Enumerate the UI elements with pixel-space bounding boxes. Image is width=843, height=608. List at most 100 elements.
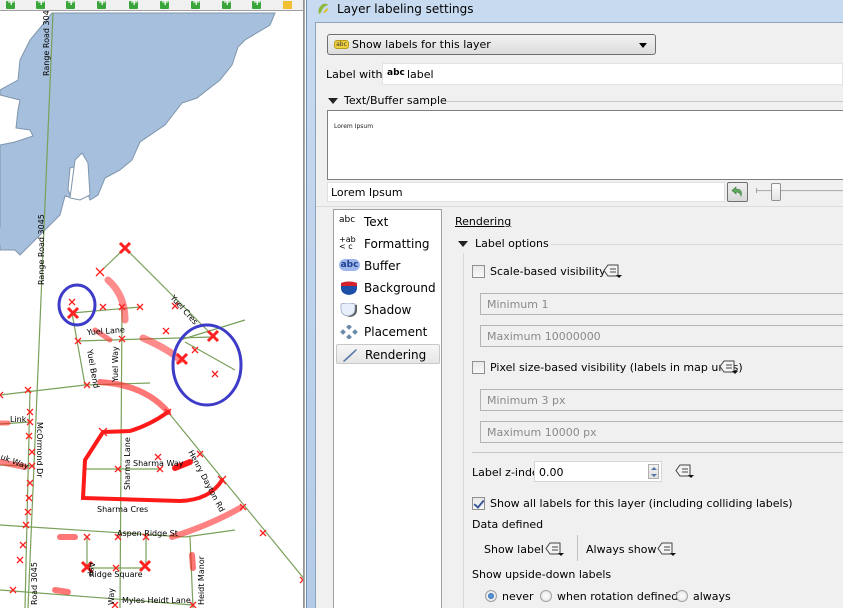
dialog-content: abc Show labels for this layer Label wit… xyxy=(315,22,843,608)
tab-background[interactable]: Background xyxy=(336,278,440,298)
add-layer-icon[interactable] xyxy=(222,0,231,9)
divider xyxy=(472,452,843,453)
sample-section-header[interactable]: Text/Buffer sample xyxy=(328,94,843,108)
tab-label: Shadow xyxy=(364,303,412,317)
upside-down-title: Show upside-down labels xyxy=(472,568,612,581)
background-shield-icon xyxy=(341,281,357,295)
upside-down-always-radio[interactable] xyxy=(676,590,688,602)
road-label: Way xyxy=(107,588,116,605)
tab-label: Background xyxy=(364,281,436,295)
divider xyxy=(577,535,578,561)
tab-placement[interactable]: Placement xyxy=(336,322,440,342)
scale-minimum-field[interactable]: Minimum 1 xyxy=(480,293,843,315)
add-layer-icon[interactable] xyxy=(97,0,106,9)
map-canvas[interactable]: Range Road 3045 Range Road 3045 Yuel Cre… xyxy=(0,0,305,608)
tab-label: Formatting xyxy=(364,237,430,251)
add-layer-icon[interactable] xyxy=(252,0,261,9)
formatting-icon: +ab < c xyxy=(339,235,356,251)
chevron-down-icon xyxy=(639,43,647,48)
map-toolbar xyxy=(0,0,305,11)
tab-buffer[interactable]: abc Buffer xyxy=(336,256,440,276)
placement-icon xyxy=(340,325,358,339)
sample-section-title: Text/Buffer sample xyxy=(344,94,447,107)
radio-label: never xyxy=(502,590,534,603)
abc-text-icon: abc xyxy=(339,215,356,225)
splitter[interactable] xyxy=(303,0,305,608)
spin-up-icon[interactable] xyxy=(651,467,657,470)
tab-rendering[interactable]: Rendering xyxy=(336,344,440,364)
title-bar[interactable]: Layer labeling settings xyxy=(307,0,843,20)
road-label: uk Way xyxy=(0,452,30,471)
divider xyxy=(446,101,843,102)
map-render: Range Road 3045 Range Road 3045 Yuel Cre… xyxy=(0,11,305,608)
label-marker xyxy=(19,541,27,549)
string-field-icon: abc xyxy=(387,68,405,78)
tab-text[interactable]: abc Text xyxy=(336,212,440,232)
label-options-header[interactable]: Label options xyxy=(458,237,843,251)
slider-tick xyxy=(756,188,757,193)
sample-text-value: Lorem Ipsum xyxy=(331,186,403,199)
divider xyxy=(316,206,843,207)
road-label: Asp xyxy=(87,562,96,577)
add-layer-icon[interactable] xyxy=(36,0,45,9)
add-layer-icon[interactable] xyxy=(160,0,169,9)
road-label: Sharma Cres xyxy=(97,505,148,514)
z-index-spinbox[interactable]: 0.00 xyxy=(534,461,662,482)
spin-buttons[interactable] xyxy=(648,464,659,479)
buffer-icon: abc xyxy=(339,259,360,271)
road-label: Yuel Lane xyxy=(86,325,126,337)
label-markers xyxy=(0,241,305,608)
road-label: Yuel Cres xyxy=(168,293,200,327)
label-mode-dropdown[interactable]: abc Show labels for this layer xyxy=(327,34,656,55)
sample-text-input[interactable]: Lorem Ipsum xyxy=(327,182,725,202)
upside-down-rotation-radio[interactable] xyxy=(540,590,552,602)
label-marker xyxy=(16,556,24,564)
pixel-maximum-value: Maximum 10000 px xyxy=(487,426,597,439)
pixel-visibility-checkbox[interactable] xyxy=(472,361,485,374)
label-field-selector[interactable]: abc label xyxy=(382,63,843,85)
undo-arrow-icon xyxy=(731,186,742,198)
tab-formatting[interactable]: +ab < c Formatting xyxy=(336,234,440,254)
data-defined-override-icon[interactable] xyxy=(674,463,696,479)
sample-preview: Lorem Ipsum xyxy=(327,110,843,180)
reset-sample-button[interactable] xyxy=(727,182,748,202)
new-layer-icon[interactable] xyxy=(283,1,292,9)
label-with-label: Label with xyxy=(326,68,383,81)
spin-down-icon[interactable] xyxy=(651,474,657,477)
add-layer-icon[interactable] xyxy=(6,0,15,9)
scale-minimum-value: Minimum 1 xyxy=(487,298,549,311)
collapse-triangle-icon xyxy=(328,98,338,104)
label-field-value: label xyxy=(407,68,434,81)
add-layer-icon[interactable] xyxy=(191,0,200,9)
road-label: Yuel Bend xyxy=(85,348,101,389)
pixel-minimum-field[interactable]: Minimum 3 px xyxy=(480,389,843,411)
road-label: McOrmond Dr xyxy=(35,422,44,478)
screen: Range Road 3045 Range Road 3045 Yuel Cre… xyxy=(0,0,843,608)
data-defined-override-icon[interactable] xyxy=(718,359,740,375)
road-label: Range Road 3045 xyxy=(37,214,46,285)
scale-visibility-label: Scale-based visibility xyxy=(490,265,606,278)
road-label: Myles Heidt Lane xyxy=(122,596,191,605)
tab-label: Text xyxy=(364,215,389,229)
pixel-maximum-field[interactable]: Maximum 10000 px xyxy=(480,421,843,443)
data-defined-override-icon[interactable] xyxy=(602,263,624,279)
sample-zoom-slider[interactable] xyxy=(756,183,843,201)
data-defined-override-icon[interactable] xyxy=(544,541,566,557)
slider-handle[interactable] xyxy=(771,183,781,201)
dialog-title: Layer labeling settings xyxy=(337,2,474,16)
add-layer-icon[interactable] xyxy=(129,0,138,9)
upside-down-never-radio[interactable] xyxy=(485,590,497,602)
label-marker xyxy=(24,508,32,516)
road-label: Yuel Way xyxy=(111,346,120,383)
settings-tab-list: abc Text +ab < c Formatting abc Buffer B… xyxy=(333,209,442,608)
label-marker xyxy=(25,494,33,502)
label-marker xyxy=(259,529,267,537)
page-title: Rendering xyxy=(455,215,512,228)
data-defined-override-icon[interactable] xyxy=(656,541,678,557)
tab-shadow[interactable]: Shadow xyxy=(336,300,440,320)
scale-visibility-checkbox[interactable] xyxy=(472,265,485,278)
add-layer-icon[interactable] xyxy=(66,0,75,9)
scale-maximum-field[interactable]: Maximum 10000000 xyxy=(480,325,843,347)
always-show-label: Always show xyxy=(586,543,657,556)
show-all-labels-checkbox[interactable] xyxy=(472,497,485,510)
